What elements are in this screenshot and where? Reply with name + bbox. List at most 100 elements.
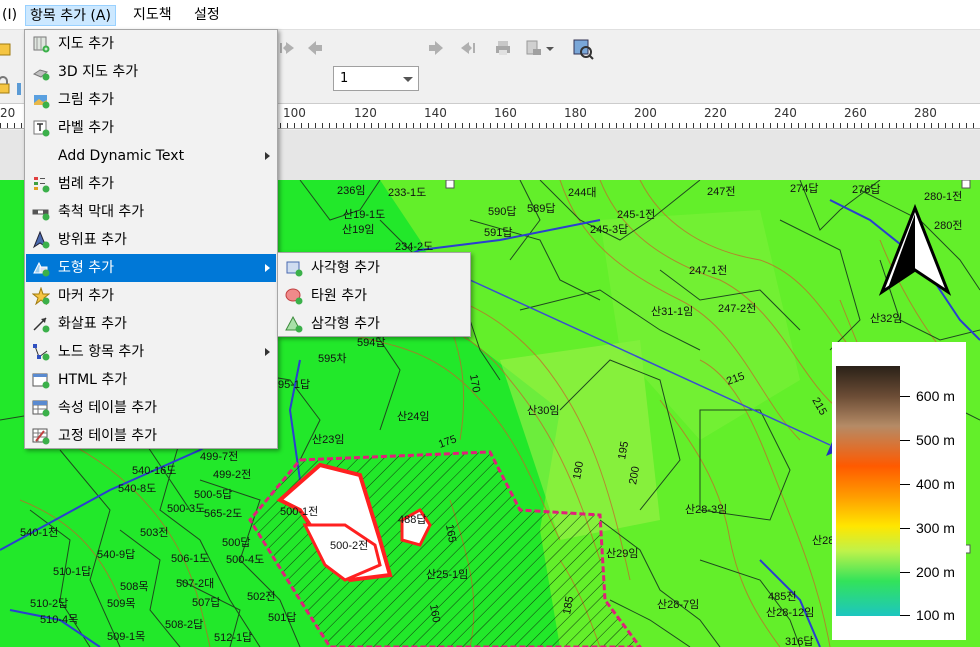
page-number-combo[interactable]: 1 xyxy=(333,66,419,91)
ruler-tick xyxy=(693,123,694,128)
elevation-legend[interactable]: 600 m 500 m 400 m 300 m 200 m 100 m xyxy=(832,342,966,640)
menu-item-add-3d-map[interactable]: 3D 지도 추가 xyxy=(26,58,276,86)
ruler-tick xyxy=(280,123,281,128)
ruler-tick xyxy=(539,123,540,128)
attribute-table-add-icon xyxy=(32,400,50,417)
menu-item-add-legend[interactable]: 범례 추가 xyxy=(26,170,276,198)
legend-label: 100 m xyxy=(916,607,955,623)
ruler-tick xyxy=(336,123,337,128)
last-page-icon[interactable] xyxy=(459,39,477,57)
menu-item-add-attribute-table[interactable]: 속성 테이블 추가 xyxy=(26,394,276,422)
ruler-tick xyxy=(497,123,498,128)
ruler-tick xyxy=(728,123,729,128)
ruler-tick xyxy=(588,123,589,128)
ruler-label: 260 xyxy=(844,106,867,120)
parcel-label: 산23임 xyxy=(312,433,344,446)
parcel-label: 산28-12임 xyxy=(766,606,814,619)
parcel-label: 산30임 xyxy=(527,404,559,417)
ruler-tick xyxy=(707,123,708,128)
ruler-tick xyxy=(315,123,316,128)
ruler-tick xyxy=(840,123,841,128)
parcel-label: 590답 xyxy=(488,205,516,218)
menu-item-add-dynamic-text[interactable]: Add Dynamic Text xyxy=(26,142,276,170)
atlas-settings-icon[interactable] xyxy=(572,38,594,60)
ruler-tick xyxy=(350,123,351,128)
menu-item-add-north-arrow[interactable]: 방위표 추가 xyxy=(26,226,276,254)
menu-atlas[interactable]: 지도책 xyxy=(129,5,176,26)
ruler-tick xyxy=(14,123,15,128)
menu-settings[interactable]: 설정 xyxy=(190,5,224,26)
parcel-label: 508-2답 xyxy=(165,618,203,631)
menu-item-add-shape[interactable]: 도형 추가 xyxy=(26,254,276,282)
menu-item-label: 속성 테이블 추가 xyxy=(58,400,158,416)
ruler-label: 280 xyxy=(914,106,937,120)
parcel-label: 509-1목 xyxy=(107,630,145,643)
menu-add-item[interactable]: 항목 추가 (A) xyxy=(25,5,116,26)
ruler-tick xyxy=(679,123,680,128)
ruler-tick xyxy=(504,123,505,128)
parcel-label: 274답 xyxy=(790,182,818,195)
ruler-tick xyxy=(469,123,470,128)
ruler-label: 220 xyxy=(704,106,727,120)
lock-icon[interactable] xyxy=(0,76,12,94)
selection-handle[interactable] xyxy=(445,180,455,189)
menu-item-add-marker[interactable]: 마커 추가 xyxy=(26,282,276,310)
parcel-label: 502전 xyxy=(247,590,275,603)
ruler-tick xyxy=(343,123,344,128)
ruler-tick xyxy=(861,123,862,128)
ruler-tick xyxy=(574,123,575,128)
partial-toolbar-icon[interactable] xyxy=(0,40,12,58)
ruler-tick xyxy=(931,123,932,128)
ruler-tick xyxy=(420,123,421,128)
next-page-icon[interactable] xyxy=(427,39,445,57)
chevron-down-icon[interactable] xyxy=(403,77,413,82)
scalebar-add-icon xyxy=(32,209,50,221)
triangle-add-icon xyxy=(285,315,303,333)
ruler-tick xyxy=(308,123,309,128)
menu-item-add-html[interactable]: HTML 추가 xyxy=(26,366,276,394)
ruler-tick xyxy=(511,123,512,128)
legend-add-icon xyxy=(34,177,50,193)
menu-item-add-arrow[interactable]: 화살표 추가 xyxy=(26,310,276,338)
previous-page-icon[interactable] xyxy=(306,39,324,57)
ruler-tick xyxy=(441,123,442,128)
ruler-tick xyxy=(714,123,715,128)
parcel-label: 245-1전 xyxy=(617,208,655,221)
ruler-tick xyxy=(945,123,946,128)
add-item-menu: 지도 추가 3D 지도 추가 그림 추가 라벨 추가 Add Dynamic T… xyxy=(24,29,278,449)
menu-item-label: 3D 지도 추가 xyxy=(58,64,139,80)
ruler-tick xyxy=(791,123,792,128)
ruler-tick xyxy=(322,123,323,128)
menu-item-add-fixed-table[interactable]: 고정 테이블 추가 xyxy=(26,422,276,450)
menu-view-partial[interactable]: (I) xyxy=(0,5,21,26)
ruler-tick xyxy=(805,123,806,128)
menu-item-add-picture[interactable]: 그림 추가 xyxy=(26,86,276,114)
menu-item-add-triangle[interactable]: 삼각형 추가 xyxy=(279,310,469,338)
ruler-tick xyxy=(812,123,813,128)
selection-handle[interactable] xyxy=(961,180,971,189)
ruler-tick xyxy=(973,123,974,128)
menu-item-add-scalebar[interactable]: 축척 막대 추가 xyxy=(26,198,276,226)
chevron-down-icon[interactable] xyxy=(546,47,554,51)
menu-item-add-node-item[interactable]: 노드 항목 추가 xyxy=(26,338,276,366)
export-image-icon[interactable] xyxy=(524,39,542,57)
ruler-tick xyxy=(833,123,834,128)
print-icon[interactable] xyxy=(494,39,512,57)
ruler-tick xyxy=(0,123,1,128)
ruler-tick xyxy=(672,123,673,128)
parcel-label: 499-7전 xyxy=(200,450,238,463)
menu-item-add-label[interactable]: 라벨 추가 xyxy=(26,114,276,142)
parcel-label: 280전 xyxy=(934,219,962,232)
parcel-label: 산25-1임 xyxy=(426,568,468,581)
page-number-value: 1 xyxy=(340,71,349,86)
menu-item-add-map[interactable]: 지도 추가 xyxy=(26,30,276,58)
ruler-tick xyxy=(882,123,883,128)
ruler-tick xyxy=(665,123,666,128)
menu-item-add-rectangle[interactable]: 사각형 추가 xyxy=(279,254,469,282)
fixed-table-add-icon xyxy=(32,428,50,445)
rectangle-add-icon xyxy=(286,261,303,277)
menu-item-add-ellipse[interactable]: 타원 추가 xyxy=(279,282,469,310)
parcel-label: 산29임 xyxy=(606,547,638,560)
first-page-icon[interactable] xyxy=(278,39,296,57)
legend-label: 400 m xyxy=(916,476,955,492)
